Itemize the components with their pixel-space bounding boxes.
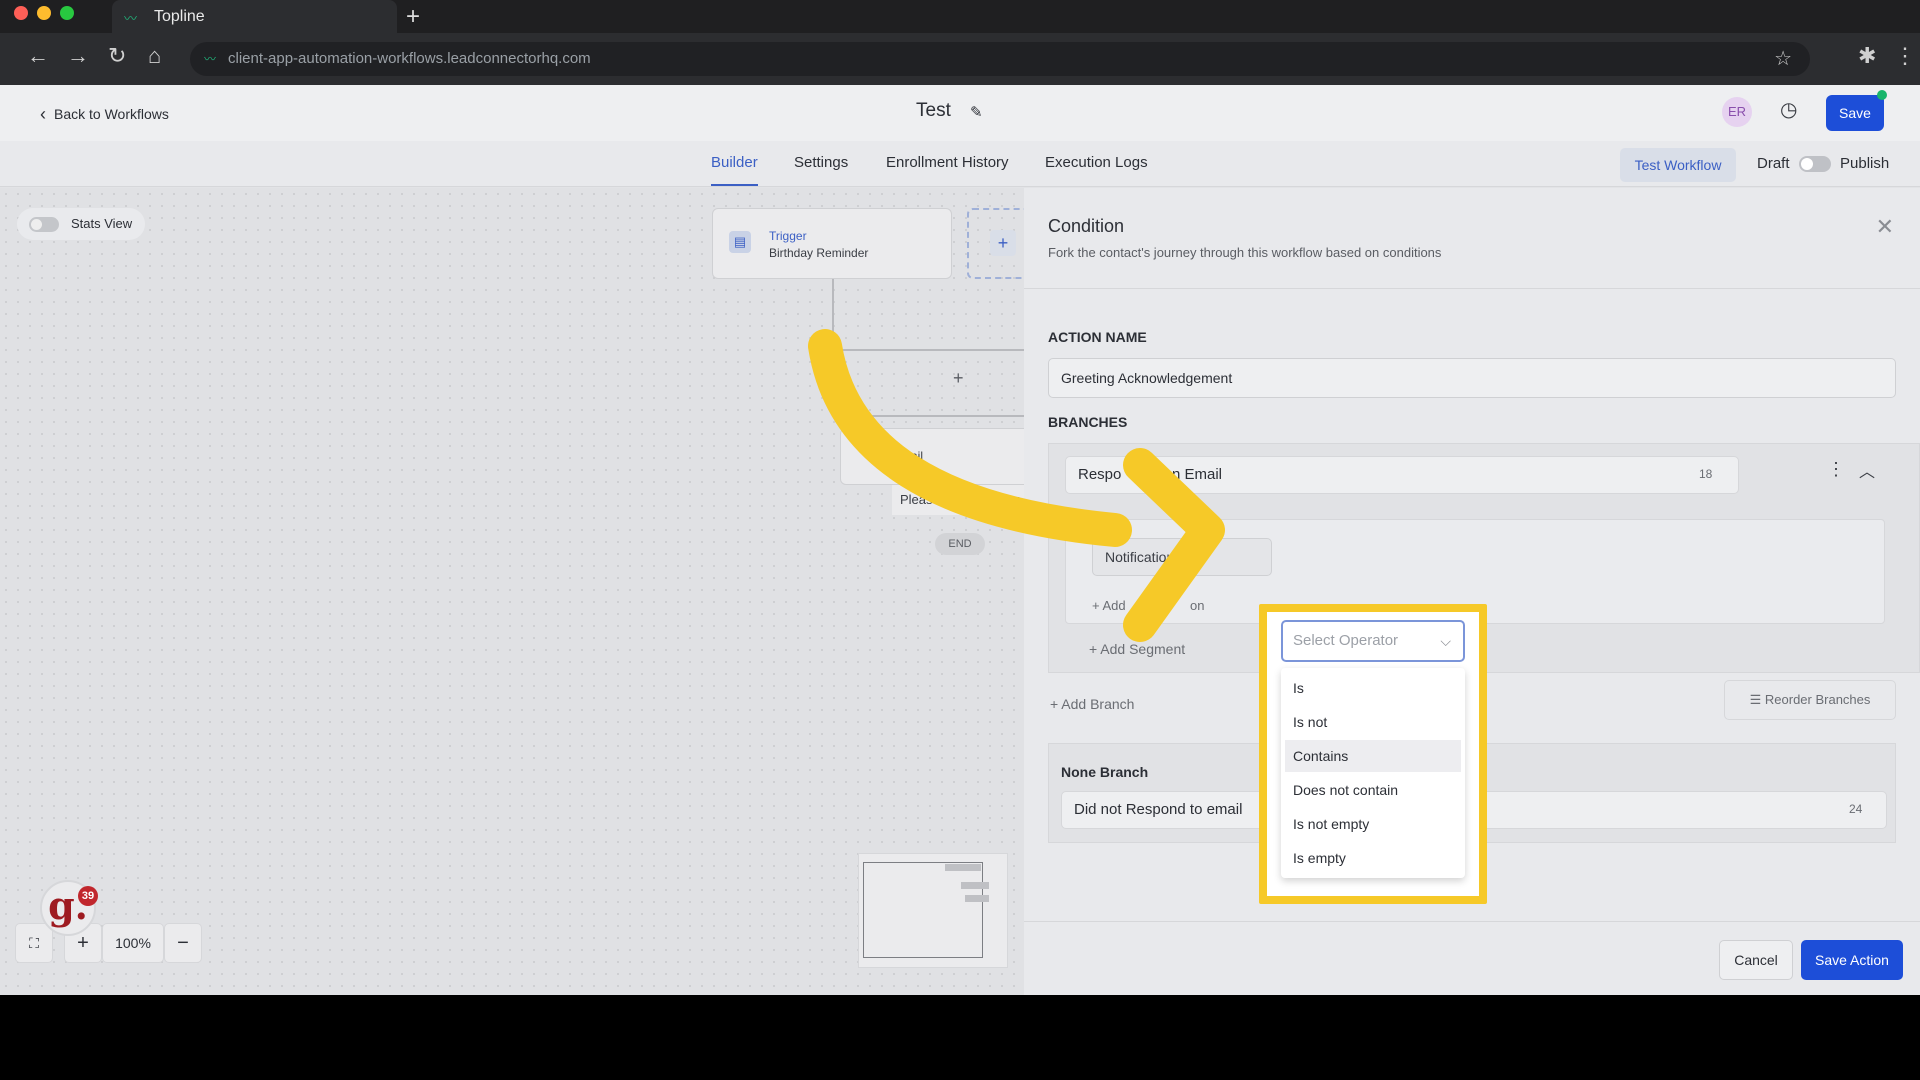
url-text: client-app-automation-workflows.leadconn… — [228, 50, 591, 67]
site-favicon-icon: 〰 — [124, 11, 137, 26]
close-window-button[interactable] — [14, 6, 28, 20]
notification-count-badge: 39 — [78, 886, 98, 906]
new-tab-button[interactable]: + — [406, 3, 420, 31]
minimize-window-button[interactable] — [37, 6, 51, 20]
extensions-icon[interactable]: ✱ — [1858, 43, 1876, 69]
guide-arrow-head — [1123, 448, 1225, 642]
guide-arrow-shaft — [808, 329, 1132, 547]
browser-tab-bar: 〰 Topline + — [0, 0, 1920, 33]
guide-arrow — [808, 329, 1225, 642]
back-arrow-icon[interactable]: ← — [27, 43, 49, 69]
home-icon[interactable]: ⌂ — [148, 43, 161, 69]
site-info-icon[interactable]: 〰 — [204, 50, 216, 67]
forward-arrow-icon[interactable]: → — [67, 43, 89, 69]
reload-icon[interactable]: ↻ — [108, 43, 126, 69]
browser-menu-icon[interactable]: ⋮ — [1894, 43, 1916, 69]
browser-tab-title: Topline — [154, 8, 205, 25]
bookmark-star-icon[interactable]: ☆ — [1774, 46, 1792, 71]
address-bar[interactable]: 〰 client-app-automation-workflows.leadco… — [190, 42, 1810, 76]
screen-bottom-bar — [0, 995, 1920, 1080]
workflow-app: ‹ Back to Workflows Test ✎ ER ◷ Save Buil… — [0, 85, 1920, 995]
browser-toolbar: ← → ↻ ⌂ 〰 client-app-automation-workflow… — [0, 33, 1920, 85]
maximize-window-button[interactable] — [60, 6, 74, 20]
browser-tab[interactable]: 〰 Topline — [112, 0, 397, 33]
